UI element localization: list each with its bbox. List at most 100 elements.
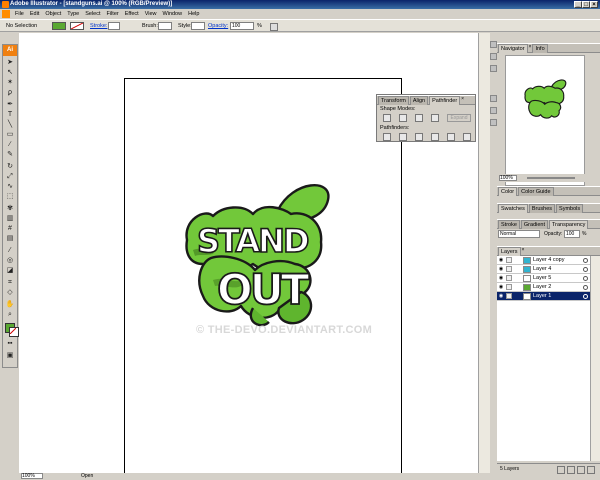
menu-select[interactable]: Select [82, 9, 103, 19]
eraser-tool-icon[interactable]: ◇ [4, 288, 16, 298]
lock-toggle[interactable] [506, 266, 512, 272]
live-paint-tool-icon[interactable]: ◪ [4, 266, 16, 276]
fill-swatch[interactable] [52, 22, 66, 30]
dock-icon-6[interactable] [490, 119, 497, 126]
menu-type[interactable]: Type [64, 9, 82, 19]
crop-icon[interactable] [431, 133, 439, 141]
blend-mode-dropdown[interactable]: Normal [498, 230, 540, 238]
exclude-icon[interactable] [431, 114, 439, 122]
target-icon[interactable] [583, 276, 588, 281]
layer-row[interactable]: ◉ Layer 5 [497, 274, 590, 283]
slice-tool-icon[interactable]: ⌗ [4, 278, 16, 288]
magic-wand-tool-icon[interactable]: ✶ [4, 78, 16, 88]
trim-icon[interactable] [399, 133, 407, 141]
maximize-button[interactable]: □ [582, 1, 590, 8]
dock-icon-2[interactable] [490, 53, 497, 60]
lock-toggle[interactable] [506, 275, 512, 281]
expand-button[interactable]: Expand [447, 114, 471, 122]
transparency-opacity-field[interactable]: 100 [564, 230, 580, 238]
zoom-field[interactable]: 100% [21, 473, 43, 479]
stroke-weight-field[interactable] [108, 22, 120, 30]
tab-swatches[interactable]: Swatches [498, 204, 528, 213]
type-tool-icon[interactable]: T [4, 110, 16, 120]
eye-icon[interactable]: ◉ [498, 293, 504, 299]
tab-info[interactable]: Info [532, 44, 548, 53]
divide-icon[interactable] [383, 133, 391, 141]
blend-tool-icon[interactable]: ◎ [4, 256, 16, 266]
brush-dropdown[interactable] [158, 22, 172, 30]
pencil-tool-icon[interactable]: ✎ [4, 150, 16, 160]
layer-row[interactable]: ◉ Layer 1 [497, 292, 590, 301]
minimize-button[interactable]: _ [574, 1, 582, 8]
layers-scrollbar[interactable] [590, 256, 600, 461]
close-icon[interactable]: × [522, 247, 525, 253]
pen-tool-icon[interactable]: ✒ [4, 100, 16, 110]
lasso-tool-icon[interactable]: ϼ [4, 88, 16, 98]
warp-tool-icon[interactable]: ∿ [4, 182, 16, 192]
graph-tool-icon[interactable]: ▥ [4, 214, 16, 224]
hand-tool-icon[interactable]: ✋ [4, 300, 16, 310]
navigator-zoom-slider[interactable] [527, 177, 575, 179]
menu-effect[interactable]: Effect [122, 9, 142, 19]
free-transform-tool-icon[interactable]: ⬚ [4, 192, 16, 202]
target-icon[interactable] [583, 294, 588, 299]
menu-window[interactable]: Window [160, 9, 186, 19]
layer-row[interactable]: ◉ Layer 4 [497, 265, 590, 274]
mesh-tool-icon[interactable]: # [4, 224, 16, 234]
tab-symbols[interactable]: Symbols [556, 204, 584, 213]
tab-layers[interactable]: Layers [498, 247, 521, 256]
target-icon[interactable] [583, 267, 588, 272]
gradient-tool-icon[interactable]: ▤ [4, 234, 16, 244]
tab-stroke[interactable]: Stroke [498, 220, 520, 229]
symbol-sprayer-tool-icon[interactable]: ✾ [4, 204, 16, 214]
eye-icon[interactable]: ◉ [498, 284, 504, 290]
lock-toggle[interactable] [506, 257, 512, 263]
rotate-tool-icon[interactable]: ↻ [4, 162, 16, 172]
menu-file[interactable]: File [12, 9, 27, 19]
navigator-zoom-field[interactable]: 100% [499, 175, 517, 181]
menu-object[interactable]: Object [42, 9, 64, 19]
tab-gradient[interactable]: Gradient [520, 220, 549, 229]
target-icon[interactable] [583, 258, 588, 263]
dock-icon-3[interactable] [490, 65, 497, 72]
lock-toggle[interactable] [506, 284, 512, 290]
make-clipping-mask-icon[interactable] [557, 466, 565, 474]
minus-back-icon[interactable] [463, 133, 471, 141]
tab-navigator[interactable]: Navigator [498, 44, 528, 53]
stroke-swatch[interactable] [70, 22, 84, 30]
stand-out-artwork[interactable]: STAND OUT [183, 180, 343, 330]
outline-icon[interactable] [447, 133, 455, 141]
unite-icon[interactable] [383, 114, 391, 122]
dock-icon-1[interactable] [490, 41, 497, 48]
tab-color-guide[interactable]: Color Guide [518, 187, 554, 196]
intersect-icon[interactable] [415, 114, 423, 122]
new-layer-icon[interactable] [577, 466, 585, 474]
tab-transparency[interactable]: Transparency [549, 220, 589, 229]
layer-row[interactable]: ◉ Layer 4 copy [497, 256, 590, 265]
style-dropdown[interactable] [191, 22, 205, 30]
menu-filter[interactable]: Filter [104, 9, 122, 19]
eyedropper-tool-icon[interactable]: ⁄ [4, 246, 16, 256]
trash-icon[interactable] [587, 466, 595, 474]
eye-icon[interactable]: ◉ [498, 275, 504, 281]
opacity-field[interactable]: 100 [230, 22, 254, 30]
scale-tool-icon[interactable]: ⤢ [4, 172, 16, 182]
tab-align[interactable]: Align [409, 96, 429, 105]
line-tool-icon[interactable]: ╲ [4, 120, 16, 130]
dock-icon-5[interactable] [490, 107, 497, 114]
stroke-color-box[interactable] [9, 327, 19, 337]
menu-view[interactable]: View [142, 9, 160, 19]
menu-help[interactable]: Help [185, 9, 202, 19]
eye-icon[interactable]: ◉ [498, 266, 504, 272]
tab-color[interactable]: Color [498, 187, 518, 196]
close-icon[interactable]: × [529, 44, 532, 50]
screen-mode-icon[interactable]: ▣ [4, 351, 16, 361]
tab-pathfinder[interactable]: Pathfinder [429, 96, 461, 105]
opacity-label[interactable]: Opacity: [208, 23, 228, 29]
close-button[interactable]: × [590, 1, 598, 8]
merge-icon[interactable] [415, 133, 423, 141]
menu-edit[interactable]: Edit [27, 9, 42, 19]
rectangle-tool-icon[interactable]: ▭ [4, 130, 16, 140]
doc-setup-icon[interactable] [270, 23, 278, 31]
stroke-label[interactable]: Stroke: [90, 23, 107, 29]
